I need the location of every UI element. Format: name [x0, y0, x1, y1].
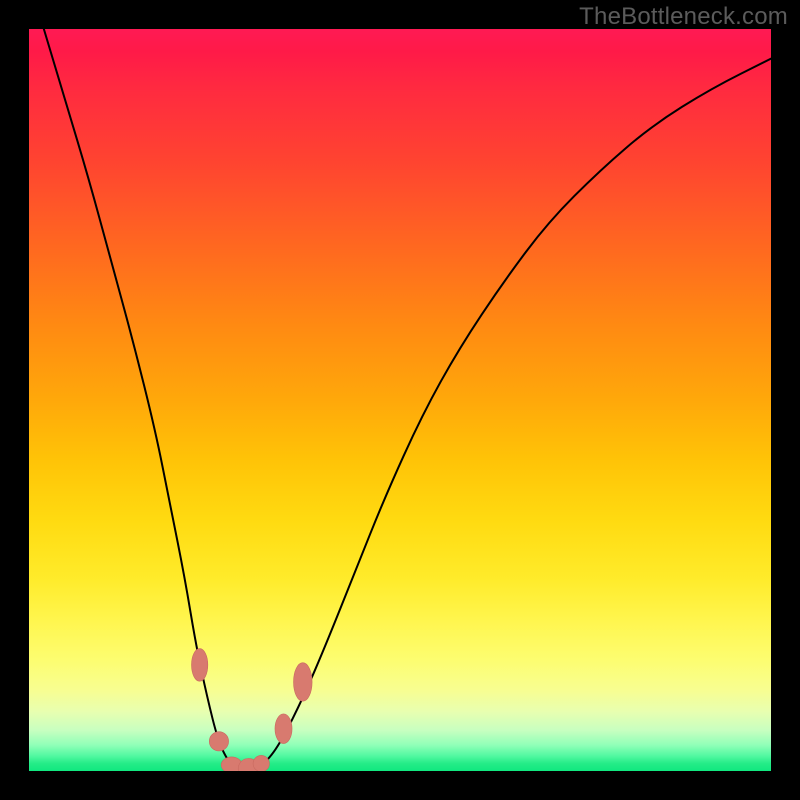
curve-marker	[192, 649, 208, 682]
curve-marker	[209, 732, 228, 751]
curve-marker	[253, 755, 269, 771]
watermark-text: TheBottleneck.com	[579, 3, 788, 31]
bottleneck-curve-svg	[29, 29, 771, 771]
curve-marker	[275, 714, 292, 744]
curve-markers	[192, 649, 313, 771]
bottleneck-curve	[44, 29, 771, 771]
chart-frame: TheBottleneck.com	[0, 0, 800, 800]
curve-marker	[238, 758, 259, 771]
curve-marker	[221, 757, 242, 771]
curve-marker	[294, 663, 313, 702]
gradient-plot-area	[29, 29, 771, 771]
